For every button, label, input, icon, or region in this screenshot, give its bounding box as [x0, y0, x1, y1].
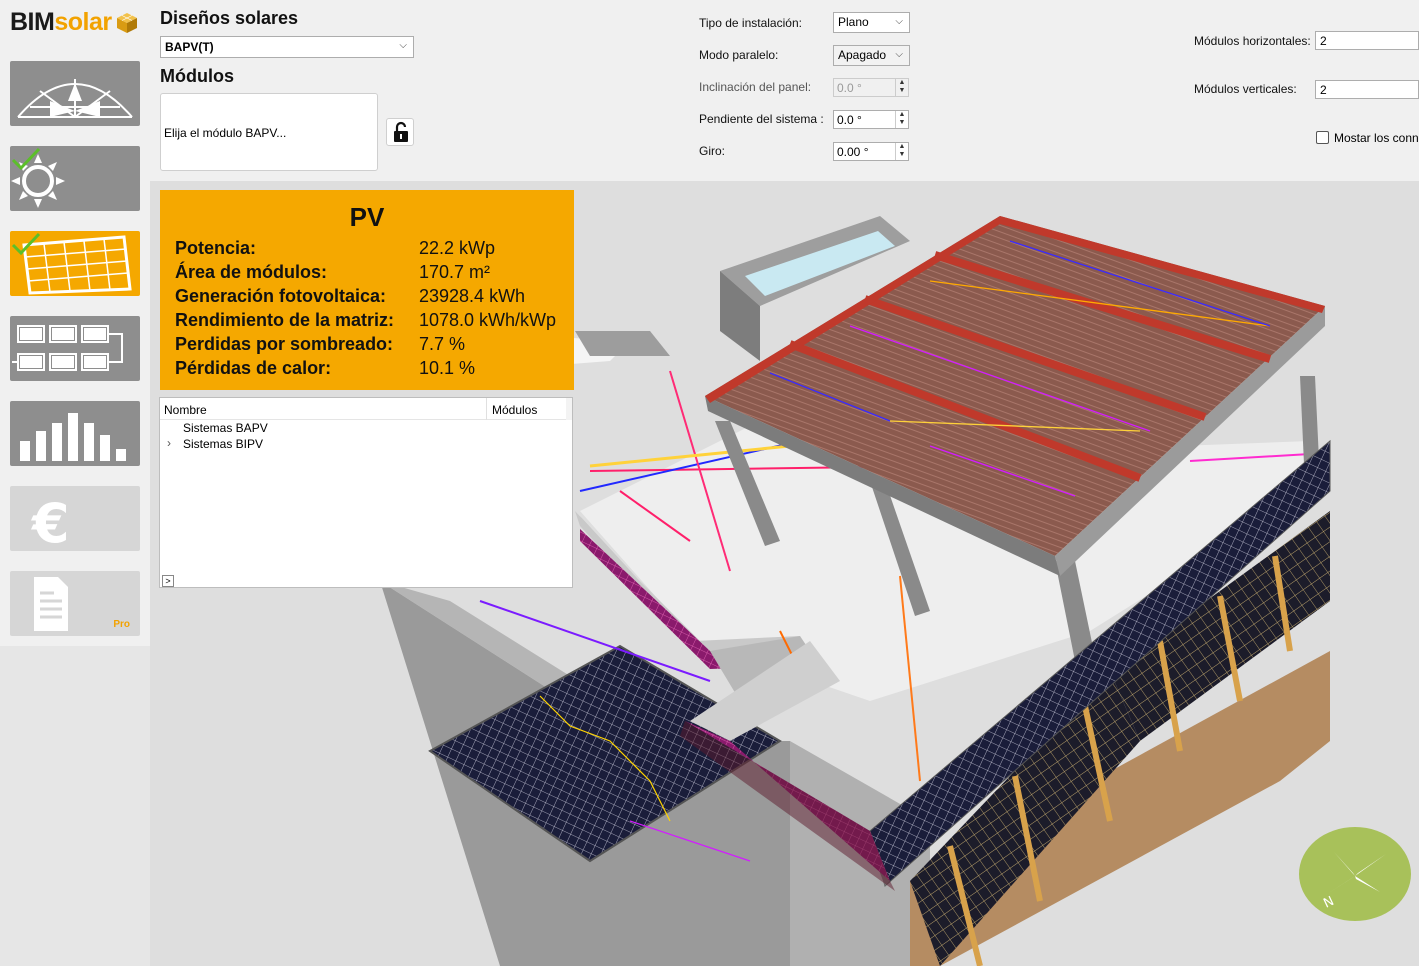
spin-arrows-icon[interactable]: ▲ ▼: [895, 79, 908, 96]
lock-toggle-button[interactable]: [386, 118, 414, 146]
pv-value: 23928.4 kWh: [419, 286, 526, 306]
pv-value: 22.2 kWp: [419, 238, 496, 258]
system-slope-label: Pendiente del sistema :: [699, 112, 824, 126]
install-type-value: Plano: [838, 15, 869, 29]
show-connections-label: Mostar los conn: [1334, 131, 1419, 145]
chevron-down-icon: ⌵: [895, 16, 903, 27]
panel-tilt-spinbox[interactable]: 0.0 ° ▲ ▼: [833, 78, 909, 97]
completed-check-icon: [11, 147, 41, 171]
vertical-modules-value: 2: [1320, 83, 1327, 97]
rotation-value: 0.00 °: [837, 145, 869, 159]
logo-text-bim: BIM: [10, 8, 55, 36]
pv-key: Pérdidas de calor:: [175, 358, 332, 378]
panel-tilt-label: Inclinación del panel:: [699, 80, 812, 94]
bimsolar-logo: BIMsolar: [10, 8, 142, 44]
design-settings-panel: Diseños solares BAPV(T) ⌵ Módulos Elija …: [150, 0, 1419, 181]
module-picker[interactable]: Elija el módulo BAPV...: [160, 93, 378, 171]
svg-text:€: €: [30, 492, 70, 551]
pv-value: 170.7 m²: [419, 262, 491, 282]
horizontal-modules-label: Módulos horizontales:: [1194, 34, 1311, 48]
vertical-modules-input[interactable]: 2: [1315, 80, 1419, 99]
system-slope-value: 0.0 °: [837, 113, 862, 127]
sidebar-empty-area: [0, 646, 150, 966]
parallel-mode-select[interactable]: Apagado ⌵: [833, 45, 910, 66]
parallel-mode-value: Apagado: [838, 48, 887, 62]
sidebar-item-wiring[interactable]: [10, 316, 140, 381]
completed-check-icon: [11, 232, 41, 256]
pv-key: Rendimiento de la matriz:: [175, 310, 395, 330]
sidebar-item-results[interactable]: [10, 401, 140, 466]
sidebar-item-irradiation[interactable]: [10, 146, 140, 211]
logo-cube-icon: [117, 13, 137, 33]
sun-path-icon: [17, 79, 133, 118]
bar-chart-icon: [20, 413, 126, 461]
design-select[interactable]: BAPV(T) ⌵: [160, 36, 414, 58]
pv-value: 10.1 %: [419, 358, 476, 378]
pv-key: Área de módulos:: [175, 262, 328, 282]
column-separator[interactable]: [486, 398, 487, 420]
pv-row-yield: Rendimiento de la matriz: 1078.0 kWh/kWp: [175, 310, 570, 334]
sidebar-item-site[interactable]: [10, 61, 140, 126]
scrollbar[interactable]: [566, 398, 572, 420]
pv-row-area: Área de módulos: 170.7 m²: [175, 262, 570, 286]
tree-col-modules[interactable]: Módulos: [492, 403, 537, 417]
design-select-value: BAPV(T): [165, 40, 214, 54]
designs-title: Diseños solares: [160, 8, 299, 28]
pv-row-generation: Generación fotovoltaica: 23928.4 kWh: [175, 286, 570, 310]
string-wiring-icon: [12, 325, 123, 371]
spin-arrows-icon[interactable]: ▲ ▼: [895, 111, 908, 128]
panel-tilt-value: 0.0 °: [837, 81, 862, 95]
sidebar-item-report[interactable]: Pro: [10, 571, 140, 636]
expand-caret-icon[interactable]: ›: [167, 436, 171, 450]
systems-tree[interactable]: Nombre Módulos Sistemas BAPV › Sistemas …: [159, 397, 573, 588]
compass-widget[interactable]: N: [1298, 826, 1412, 922]
horizontal-modules-input[interactable]: 2: [1315, 31, 1419, 50]
pv-results-panel: PV Potencia: 22.2 kWp Área de módulos: 1…: [160, 190, 574, 390]
install-type-select[interactable]: Plano ⌵: [833, 12, 910, 33]
sidebar: BIMsolar € Pro: [0, 0, 150, 966]
tree-item-bapv[interactable]: Sistemas BAPV: [183, 421, 268, 435]
euro-icon: €: [30, 492, 70, 551]
pv-row-shading-loss: Perdidas por sombreado: 7.7 %: [175, 334, 570, 358]
compass-background: [1299, 827, 1411, 921]
pv-row-power: Potencia: 22.2 kWp: [175, 238, 570, 262]
parapet-top: [575, 331, 670, 356]
chevron-down-icon: ⌵: [399, 40, 407, 51]
spin-arrows-icon[interactable]: ▲ ▼: [895, 143, 908, 160]
pv-value: 7.7 %: [419, 334, 466, 354]
module-picker-placeholder: Elija el módulo BAPV...: [164, 126, 287, 140]
unlocked-padlock-icon: [394, 121, 408, 142]
tree-col-name[interactable]: Nombre: [164, 403, 207, 417]
sidebar-item-economics[interactable]: €: [10, 486, 140, 551]
pv-title: PV: [349, 202, 385, 232]
modules-title: Módulos: [160, 66, 234, 86]
pv-value: 1078.0 kWh/kWp: [419, 310, 557, 330]
show-connections-checkbox[interactable]: Mostar los conn: [1316, 131, 1419, 145]
install-type-label: Tipo de instalación:: [699, 16, 802, 30]
pv-row-heat-loss: Pérdidas de calor: 10.1 %: [175, 358, 570, 382]
bimsolar-app: BIMsolar € Pro Diseños solares BAPV(T) ⌵…: [0, 0, 1419, 966]
rotation-spinbox[interactable]: 0.00 ° ▲ ▼: [833, 142, 909, 161]
pv-key: Generación fotovoltaica:: [175, 286, 387, 306]
horizontal-modules-value: 2: [1320, 34, 1327, 48]
rotation-label: Giro:: [699, 144, 726, 158]
pro-badge: Pro: [113, 619, 130, 630]
tree-item-bipv[interactable]: Sistemas BIPV: [183, 437, 263, 451]
parallel-mode-label: Modo paralelo:: [699, 48, 779, 62]
vertical-modules-label: Módulos verticales:: [1194, 82, 1297, 96]
system-slope-spinbox[interactable]: 0.0 ° ▲ ▼: [833, 110, 909, 129]
tree-header: Nombre Módulos: [160, 398, 572, 420]
sidebar-item-pv-modules[interactable]: [10, 231, 140, 296]
chevron-down-icon: ⌵: [895, 49, 903, 60]
checkbox-box[interactable]: [1316, 131, 1329, 144]
logo-text-solar: solar: [54, 8, 112, 36]
pv-key: Perdidas por sombreado:: [175, 334, 394, 354]
pv-key: Potencia:: [175, 238, 257, 258]
expand-button[interactable]: >: [162, 575, 174, 587]
